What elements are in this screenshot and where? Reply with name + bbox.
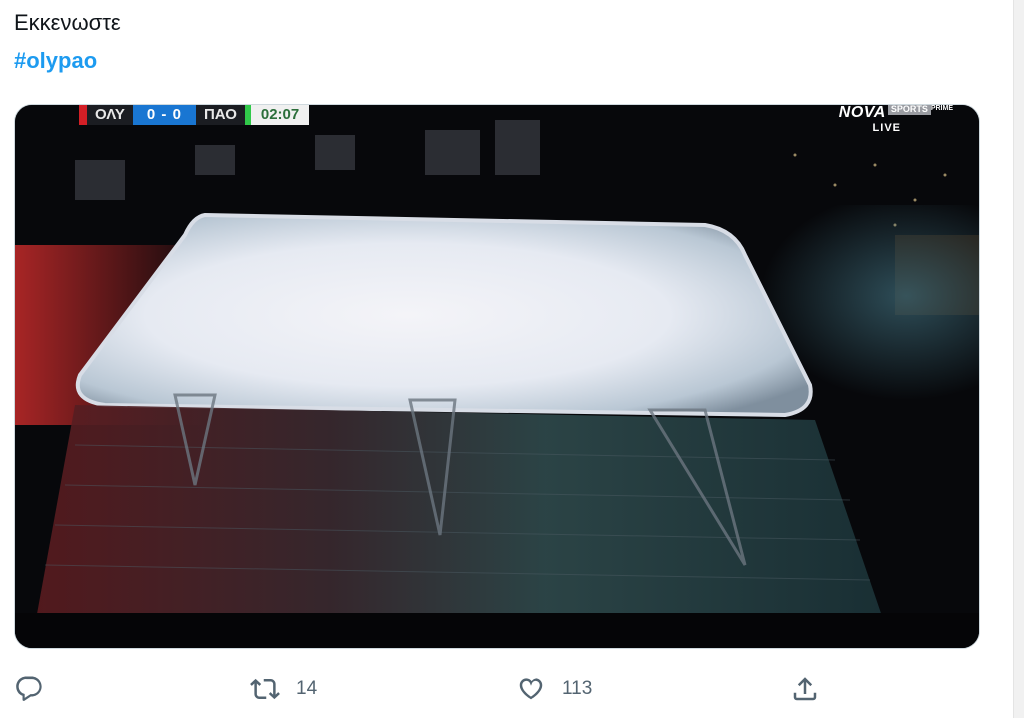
match-score: 0 - 0 xyxy=(132,105,196,125)
heart-icon xyxy=(519,678,543,700)
reply-icon xyxy=(16,676,42,701)
share-icon xyxy=(793,677,817,701)
tweet-actions: 14 113 xyxy=(0,670,1014,714)
scoreboard: ΟΛΥ 0 - 0 ΠΑΟ 02:07 xyxy=(79,105,310,125)
away-team: ΠΑΟ xyxy=(195,105,245,125)
match-clock: 02:07 xyxy=(250,105,310,125)
like-count: 113 xyxy=(562,678,593,699)
retweet-count: 14 xyxy=(296,678,318,699)
page-scrollbar[interactable] xyxy=(1013,0,1024,718)
share-button[interactable] xyxy=(790,674,820,704)
broadcast-overlay: ΟΛΥ 0 - 0 ΠΑΟ 02:07 NOVA SPORTS PRIME LIVE xyxy=(15,105,979,134)
tweet-media-image[interactable]: ΟΛΥ 0 - 0 ΠΑΟ 02:07 NOVA SPORTS PRIME LIVE xyxy=(14,104,980,649)
tweet-text: Εκκενωστε xyxy=(14,10,121,35)
reply-button[interactable] xyxy=(14,674,44,704)
broadcaster-logo: NOVA SPORTS PRIME LIVE xyxy=(839,105,953,134)
retweet-button[interactable]: 14 xyxy=(250,674,317,704)
broadcaster-channel: SPORTS xyxy=(887,105,931,115)
live-indicator: LIVE xyxy=(872,122,901,134)
retweet-icon xyxy=(250,678,280,700)
broadcaster-tier: PRIME xyxy=(930,105,953,112)
stadium-smoke-image xyxy=(15,105,979,648)
broadcaster-name: NOVA xyxy=(838,104,886,121)
home-team-color xyxy=(79,105,87,125)
hashtag-link[interactable]: #olypao xyxy=(14,46,97,76)
like-button[interactable]: 113 xyxy=(516,674,592,704)
home-team: ΟΛΥ xyxy=(87,105,133,125)
